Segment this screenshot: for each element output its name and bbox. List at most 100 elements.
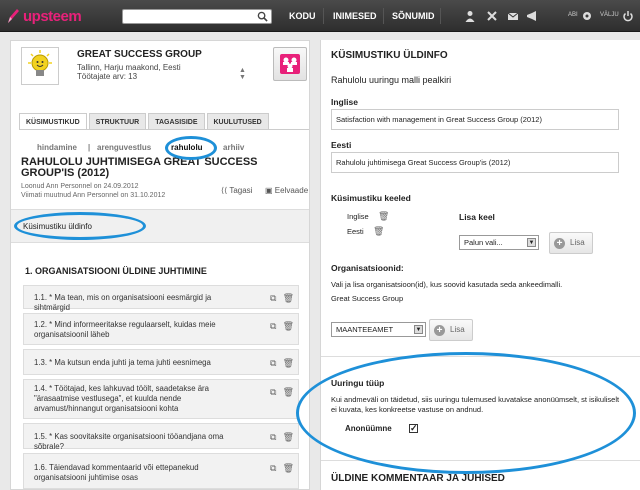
trash-icon[interactable]: 🗑: [283, 387, 294, 397]
logout-link[interactable]: VÄLJU: [600, 12, 619, 18]
title-et-input[interactable]: Rahulolu juhtimisega Great Success Group…: [331, 152, 619, 173]
highlight-circle: [14, 212, 146, 240]
question-item[interactable]: 1.6. Täiendavad kommentaarid või ettepan…: [23, 453, 299, 489]
tab-bar: KÜSIMUSTIKUD STRUKTUUR TAGASISIDE KUULUT…: [19, 113, 271, 130]
logo[interactable]: upsteem: [6, 7, 82, 25]
question-actions: ⧉ 🗑: [270, 432, 294, 442]
trash-icon[interactable]: 🗑: [378, 211, 389, 222]
question-actions: ⧉ 🗑: [270, 387, 294, 397]
logo-text: upsteem: [23, 7, 82, 25]
template-title-heading: Rahulolu uuringu malli pealkiri: [331, 75, 452, 85]
tab-structure[interactable]: STRUKTUUR: [88, 113, 147, 130]
trash-icon[interactable]: 🗑: [373, 226, 384, 237]
group-icon: [280, 54, 300, 74]
copy-icon[interactable]: ⧉: [270, 463, 276, 473]
question-text: 1.2. * Mind informeeritakse regulaarselt…: [34, 320, 216, 339]
copy-icon[interactable]: ⧉: [270, 321, 276, 331]
question-item[interactable]: 1.2. * Mind informeeritakse regulaarselt…: [23, 313, 299, 345]
copy-icon[interactable]: ⧉: [270, 387, 276, 397]
chevron-down-icon: ▼: [414, 325, 423, 334]
question-actions: ⧉ 🗑: [270, 293, 294, 303]
power-icon[interactable]: [622, 10, 634, 22]
back-link-label: Tagasi: [229, 186, 253, 195]
question-item[interactable]: 1.1. * Ma tean, mis on organisatsiooni e…: [23, 285, 299, 312]
question-item[interactable]: 1.5. * Kas soovitaksite organisatsiooni …: [23, 423, 299, 451]
add-language-label: Lisa keel: [459, 212, 495, 222]
org-members-button[interactable]: [273, 47, 307, 81]
trash-icon[interactable]: 🗑: [283, 293, 294, 303]
question-item[interactable]: 1.3. * Ma kutsun enda juhti ja tema juht…: [23, 349, 299, 375]
copy-icon[interactable]: ⧉: [270, 432, 276, 442]
org-name: GREAT SUCCESS GROUP: [77, 49, 202, 60]
megaphone-icon[interactable]: [526, 10, 538, 22]
highlight-circle: [165, 136, 217, 160]
close-icon[interactable]: [486, 10, 498, 22]
survey-modified: Viimati muutnud Ann Personnel on 31.10.2…: [21, 192, 166, 199]
trash-icon[interactable]: 🗑: [283, 321, 294, 331]
copy-icon[interactable]: ⧉: [270, 293, 276, 303]
add-language-button-label: Lisa: [570, 238, 585, 247]
question-actions: ⧉ 🗑: [270, 358, 294, 368]
organisation-select-value: MAANTEEAMET: [336, 325, 394, 334]
nav-divider: [383, 8, 384, 24]
back-link[interactable]: ⟨⟨ Tagasi: [221, 186, 252, 195]
left-panel: GREAT SUCCESS GROUP Tallinn, Harju maako…: [10, 40, 310, 490]
title-en-input[interactable]: Satisfaction with management in Great Su…: [331, 109, 619, 130]
org-avatar: [21, 47, 59, 85]
tab-divider: [19, 129, 309, 130]
nav-divider: [440, 8, 441, 24]
nav-home[interactable]: KODU: [289, 11, 316, 21]
question-actions: ⧉ 🗑: [270, 321, 294, 331]
tab-announcements[interactable]: KUULUTUSED: [206, 113, 269, 130]
org-switch-arrows-icon[interactable]: ▲ ▼: [239, 67, 246, 81]
org-header: GREAT SUCCESS GROUP Tallinn, Harju maako…: [11, 41, 309, 97]
add-language-button[interactable]: + Lisa: [549, 232, 593, 254]
search-input[interactable]: [122, 9, 272, 24]
question-actions: ⧉ 🗑: [270, 463, 294, 473]
help-link[interactable]: ABI: [568, 12, 578, 18]
tab-questionnaires[interactable]: KÜSIMUSTIKUD: [19, 113, 87, 130]
organisations-label: Organisatsioonid:: [331, 263, 404, 273]
org-location: Tallinn, Harju maakond, Eesti: [77, 63, 181, 72]
organisation-name: Great Success Group: [331, 294, 404, 303]
languages-label: Küsimustiku keeled: [331, 193, 411, 203]
highlight-circle: [296, 352, 636, 474]
questions-heading: 1. ORGANISATSIOONI ÜLDINE JUHTIMINE: [25, 266, 207, 276]
subnav-separator: |: [88, 143, 91, 152]
nav-messages[interactable]: SÕNUMID: [392, 11, 435, 21]
subnav-development[interactable]: arenguvestlus: [97, 143, 151, 152]
trash-icon[interactable]: 🗑: [283, 358, 294, 368]
gear-icon[interactable]: [581, 10, 593, 22]
mail-icon[interactable]: [507, 10, 519, 22]
preview-icon: ▣: [265, 186, 275, 195]
subnav-evaluation[interactable]: hindamine: [37, 143, 77, 152]
question-text: 1.3. * Ma kutsun enda juhti ja tema juht…: [34, 358, 211, 367]
top-bar: upsteem KODU INIMESED SÕNUMID ABI VÄLJU: [0, 0, 640, 32]
question-text: 1.1. * Ma tean, mis on organisatsiooni e…: [34, 293, 212, 312]
question-item[interactable]: 1.4. * Töötajad, kes lahkuvad töölt, saa…: [23, 379, 299, 419]
plus-icon: +: [434, 325, 445, 336]
subnav-archive[interactable]: arhiiv: [223, 143, 244, 152]
search-icon[interactable]: [257, 11, 268, 22]
survey-created: Loonud Ann Personnel on 24.09.2012: [21, 183, 139, 190]
language-select-value: Palun vali...: [464, 238, 503, 247]
plus-icon: +: [554, 238, 565, 249]
trash-icon[interactable]: 🗑: [283, 463, 294, 473]
lang-et-label: Eesti: [331, 140, 352, 150]
copy-icon[interactable]: ⧉: [270, 358, 276, 368]
add-organisation-button[interactable]: + Lisa: [429, 319, 473, 341]
pen-icon: [8, 9, 19, 23]
comments-heading: ÜLDINE KOMMENTAAR JA JUHISED: [331, 473, 505, 484]
person-icon[interactable]: [464, 10, 476, 22]
lang-en-label: Inglise: [331, 97, 358, 107]
nav-divider: [323, 8, 324, 24]
trash-icon[interactable]: 🗑: [283, 432, 294, 442]
preview-link[interactable]: ▣ Eelvaade: [265, 186, 308, 195]
language-select[interactable]: Palun vali... ▼: [459, 235, 539, 250]
add-organisation-button-label: Lisa: [450, 325, 465, 334]
org-employee-count: Töötajate arv: 13: [77, 72, 138, 81]
tab-feedback[interactable]: TAGASISIDE: [148, 113, 205, 130]
organisation-select[interactable]: MAANTEEAMET ▼: [331, 322, 426, 337]
nav-people[interactable]: INIMESED: [333, 11, 377, 21]
language-item: Inglise: [347, 212, 369, 221]
